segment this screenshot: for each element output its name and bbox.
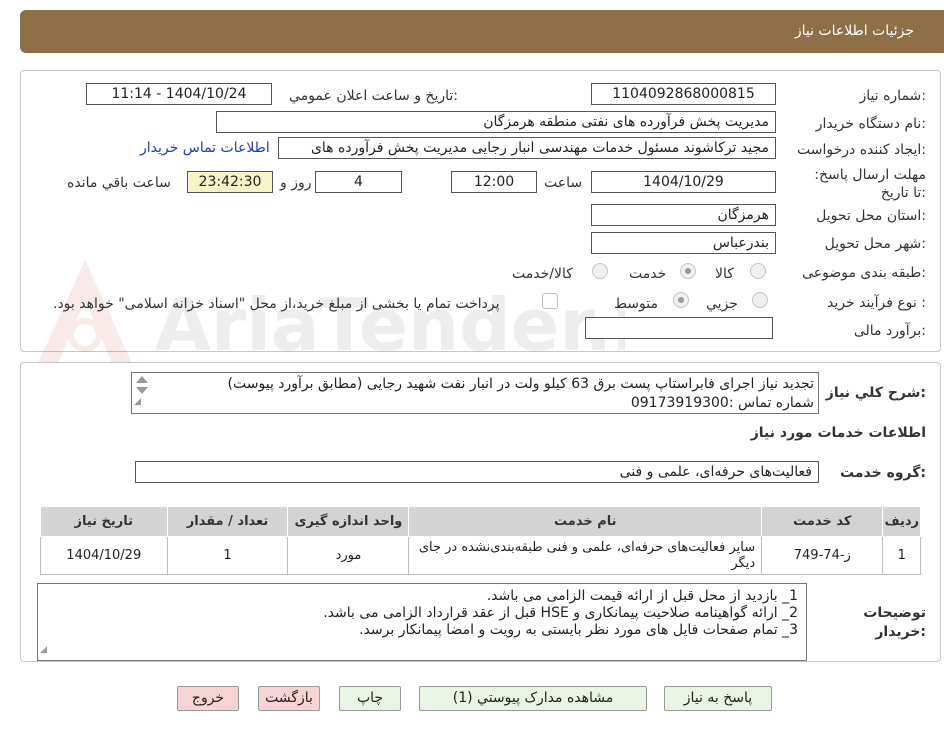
col-row-header: رديف — [882, 506, 921, 537]
remaining-time-label: ساعت باقي مانده — [67, 175, 171, 191]
buyer-org-label: نام دستگاه خریدار: — [815, 116, 926, 132]
services-table: رديف کد خدمت نام خدمت واحد اندازه گیری ت… — [40, 506, 921, 575]
days-field: 4 — [315, 171, 402, 193]
row-number-cell: 1 — [882, 536, 921, 575]
deadline-time-field: 12:00 — [451, 171, 537, 193]
col-unit-header: واحد اندازه گیری — [287, 506, 410, 537]
description-line-2: شماره تماس :09173919300 — [630, 395, 814, 411]
category-service-label: خدمت — [629, 266, 667, 282]
category-goods-radio[interactable] — [750, 263, 766, 279]
buyer-notes-label: توضیحات خریدار: — [863, 605, 926, 640]
service-group-field: فعالیت‌های حرفه‌ای، علمی و فنی — [135, 461, 819, 483]
col-qty-header: تعداد / مقدار — [166, 506, 289, 537]
requester-label: ایجاد کننده درخواست: — [797, 142, 926, 158]
buyer-note-line-1: 1_ بازدید از محل قبل از ارائه قیمت الزام… — [486, 588, 798, 604]
city-label: شهر محل تحویل: — [824, 236, 926, 252]
category-service-radio[interactable] — [680, 263, 696, 279]
service-name-cell: سایر فعالیت‌های حرفه‌ای، علمی و فنی طبقه… — [408, 536, 763, 575]
col-date-header: تاریخ نیاز — [40, 506, 168, 537]
purchase-process-label: نوع فرآیند خرید : — [827, 295, 926, 311]
process-medium-label: متوسط — [614, 296, 658, 312]
announce-datetime-label: تاریخ و ساعت اعلان عمومي: — [289, 88, 458, 104]
buyer-org-field: مدیریت پخش فرآورده های نفتی منطقه هرمزگا… — [216, 111, 776, 133]
budget-label: برآورد مالی: — [853, 323, 926, 339]
exit-button[interactable]: خروج — [177, 686, 239, 711]
need-number-field: 1104092868000815 — [591, 83, 776, 105]
need-number-label: شماره نیاز: — [859, 88, 926, 104]
process-minor-label: جزيي — [706, 296, 738, 312]
category-label: طبقه بندی موضوعی: — [802, 265, 926, 281]
quantity-cell: 1 — [166, 536, 289, 575]
province-field: هرمزگان — [591, 204, 776, 226]
description-line-1: تجدید نیاز اجرای فابراستاپ پست برق 63 کی… — [227, 376, 814, 392]
category-goods-label: کالا — [715, 266, 734, 282]
category-goods-service-label: کالا/خدمت — [512, 266, 573, 282]
back-button[interactable]: بازگشت — [258, 686, 320, 711]
process-medium-radio[interactable] — [673, 292, 689, 308]
unit-cell: مورد — [287, 536, 410, 575]
service-code-cell: ز-74-749 — [761, 536, 884, 575]
category-goods-service-radio[interactable] — [592, 263, 608, 279]
city-field: بندرعباس — [591, 232, 776, 254]
reply-to-need-button[interactable]: پاسخ به نیاز — [664, 686, 772, 711]
resize-handle-icon[interactable]: ◢ — [40, 642, 47, 659]
table-row: 1 ز-74-749 سایر فعالیت‌های حرفه‌ای، علمی… — [40, 536, 921, 575]
treasury-payment-note: پرداخت تمام یا بخشی از مبلغ خرید،از محل … — [53, 296, 500, 312]
page-header-bar: جزئیات اطلاعات نیاز — [20, 10, 944, 53]
col-code-header: کد خدمت — [761, 506, 884, 537]
col-name-header: نام خدمت — [408, 506, 763, 537]
general-description-textarea[interactable]: تجدید نیاز اجرای فابراستاپ پست برق 63 کی… — [131, 372, 819, 414]
treasury-payment-checkbox[interactable] — [542, 293, 558, 309]
buyer-note-line-2: 2_ ارائه گواهینامه صلاحیت پیمانکاری و HS… — [323, 605, 798, 621]
services-section-title: اطلاعات خدمات مورد نیاز — [750, 425, 926, 441]
deadline-date-field: 1404/10/29 — [591, 171, 776, 193]
process-minor-radio[interactable] — [752, 292, 768, 308]
province-label: استان محل تحویل: — [816, 208, 926, 224]
view-attachments-button[interactable]: مشاهده مدارک پیوستي (1) — [419, 686, 647, 711]
buyer-contact-link[interactable]: اطلاعات تماس خریدار — [140, 140, 270, 156]
announce-datetime-field: 1404/10/24 - 11:14 — [86, 83, 272, 105]
page-title: جزئیات اطلاعات نیاز — [794, 23, 914, 39]
resize-handle-icon[interactable]: ◢ — [134, 393, 141, 412]
requester-field: مجید ترکاشوند مسئول خدمات مهندسی انبار ر… — [278, 137, 776, 159]
deadline-time-label: ساعت — [544, 175, 583, 191]
days-label: روز و — [280, 175, 312, 191]
buyer-note-line-3: 3_ تمام صفحات فایل های مورد نظر بایستی ب… — [359, 622, 798, 638]
budget-field[interactable] — [585, 317, 773, 339]
general-description-label: شرح کلي نیاز: — [825, 385, 926, 401]
table-header-row: رديف کد خدمت نام خدمت واحد اندازه گیری ت… — [40, 506, 921, 537]
print-button[interactable]: چاپ — [339, 686, 401, 711]
scroll-up-icon[interactable] — [136, 376, 148, 383]
remaining-time-field: 23:42:30 — [187, 171, 273, 193]
need-date-cell: 1404/10/29 — [40, 536, 168, 575]
buyer-notes-textarea[interactable]: 1_ بازدید از محل قبل از ارائه قیمت الزام… — [37, 583, 807, 661]
deadline-label: مهلت ارسال پاسخ: تا تاریخ: — [814, 167, 926, 201]
service-group-label: گروه خدمت: — [840, 465, 926, 481]
